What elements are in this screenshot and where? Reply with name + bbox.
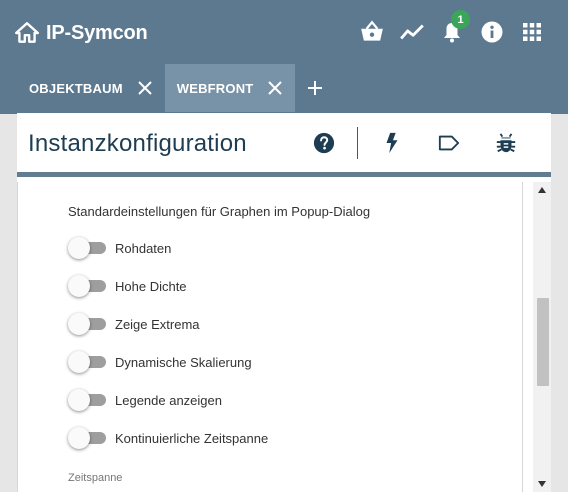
vertical-scrollbar[interactable] [533, 182, 551, 492]
toggle-row-hohe-dichte: Hohe Dichte [68, 275, 187, 297]
tag-icon[interactable] [436, 130, 462, 156]
bug-icon[interactable] [493, 130, 519, 156]
close-icon[interactable] [267, 80, 283, 96]
toggle-label: Zeige Extrema [115, 316, 200, 332]
toggle-label: Legende anzeigen [115, 392, 222, 408]
toolbar-divider [357, 127, 358, 159]
settings-panel: Standardeinstellungen für Graphen im Pop… [17, 182, 523, 492]
toggle-label: Kontinuierliche Zeitspanne [115, 430, 269, 446]
kontinuierliche-zeitspanne-switch[interactable] [68, 427, 106, 449]
apps-grid-icon[interactable] [518, 18, 546, 46]
tab-label: WEBFRONT [176, 80, 254, 96]
dialog-title: Instanzkonfiguration [28, 130, 247, 157]
add-tab-button[interactable] [295, 64, 335, 112]
tab-objektbaum[interactable]: OBJEKTBAUM [0, 64, 165, 112]
toggle-row-legende-anzeigen: Legende anzeigen [68, 389, 222, 411]
home-icon [14, 22, 40, 43]
zeitspanne-label: Zeitspanne [68, 472, 123, 484]
dialog-body: Standardeinstellungen für Graphen im Pop… [17, 182, 551, 492]
zeige-extrema-switch[interactable] [68, 313, 106, 335]
toggle-label: Hohe Dichte [115, 278, 187, 294]
trend-icon[interactable] [398, 18, 426, 46]
tab-webfront[interactable]: WEBFRONT [164, 64, 296, 112]
scroll-down-arrow[interactable] [533, 476, 551, 492]
dialog-header: Instanzkonfiguration [17, 113, 551, 177]
notification-badge: 1 [451, 10, 470, 29]
basket-icon[interactable] [358, 18, 386, 46]
tab-bar: OBJEKTBAUM WEBFRONT [0, 64, 335, 112]
toggle-row-rohdaten: Rohdaten [68, 237, 171, 259]
info-icon[interactable] [478, 18, 506, 46]
app-title: IP-Symcon [46, 21, 148, 44]
app-header: IP-Symcon 1 OBJEKTBAUM WEBFRONT [0, 0, 568, 114]
tab-label: OBJEKTBAUM [29, 80, 123, 96]
plus-icon [308, 81, 323, 95]
toggle-row-dynamische-skalierung: Dynamische Skalierung [68, 351, 252, 373]
scroll-thumb[interactable] [537, 298, 549, 386]
toggle-row-kontinuierliche-zeitspanne: Kontinuierliche Zeitspanne [68, 427, 268, 449]
section-label: Standardeinstellungen für Graphen im Pop… [68, 204, 371, 219]
toggle-label: Dynamische Skalierung [115, 354, 252, 370]
flash-icon[interactable] [379, 130, 405, 156]
scroll-up-arrow[interactable] [533, 182, 551, 198]
close-icon[interactable] [137, 80, 153, 96]
bell-icon[interactable]: 1 [438, 10, 470, 46]
rohdaten-switch[interactable] [68, 237, 106, 259]
brand[interactable]: IP-Symcon [14, 18, 148, 48]
dynamische-skalierung-switch[interactable] [68, 351, 106, 373]
toggle-label: Rohdaten [115, 240, 172, 256]
hohe-dichte-switch[interactable] [68, 275, 106, 297]
toggle-row-zeige-extrema: Zeige Extrema [68, 313, 200, 335]
legende-anzeigen-switch[interactable] [68, 389, 106, 411]
help-icon[interactable] [311, 130, 337, 156]
instance-config-dialog: Instanzkonfiguration Standardeinstellung… [17, 113, 551, 492]
